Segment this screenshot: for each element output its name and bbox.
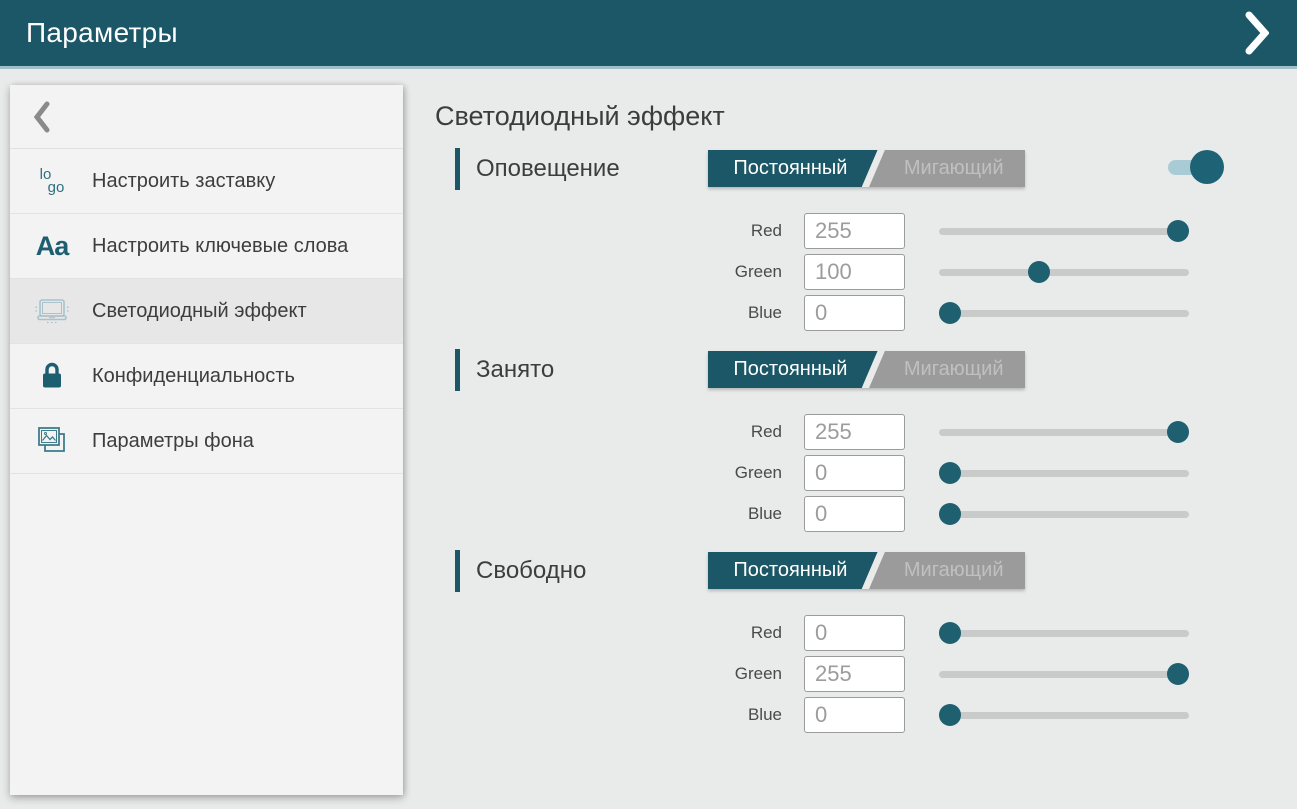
sidebar-item-privacy[interactable]: Конфиденциальность bbox=[10, 344, 403, 409]
red-label: Red bbox=[707, 623, 782, 643]
section-title: Занято bbox=[476, 356, 554, 384]
led-section-free: Свободно Постоянный Мигающий Red Green bbox=[435, 549, 1297, 735]
blue-slider[interactable] bbox=[939, 502, 1189, 526]
red-row: Red bbox=[707, 613, 1297, 653]
slider-thumb[interactable] bbox=[939, 622, 961, 644]
section-title: Оповещение bbox=[476, 155, 620, 183]
green-slider[interactable] bbox=[939, 461, 1189, 485]
red-slider[interactable] bbox=[939, 621, 1189, 645]
section-title: Свободно bbox=[476, 557, 586, 585]
segment-blinking-button[interactable]: Мигающий bbox=[882, 351, 1025, 388]
blue-slider[interactable] bbox=[939, 301, 1189, 325]
red-slider[interactable] bbox=[939, 219, 1189, 243]
slider-thumb[interactable] bbox=[939, 302, 961, 324]
green-input[interactable] bbox=[804, 455, 905, 491]
red-input[interactable] bbox=[804, 213, 905, 249]
segment-constant-button[interactable]: Постоянный bbox=[708, 150, 873, 187]
main-content: Светодиодный эффект Оповещение Постоянны… bbox=[403, 72, 1297, 809]
sidebar-item-keywords[interactable]: Aa Настроить ключевые слова bbox=[10, 214, 403, 279]
red-row: Red bbox=[707, 412, 1297, 452]
led-section-notification: Оповещение Постоянный Мигающий Red bbox=[435, 147, 1297, 333]
slider-thumb[interactable] bbox=[1167, 421, 1189, 443]
green-input[interactable] bbox=[804, 656, 905, 692]
logo-icon: lo go bbox=[30, 168, 74, 194]
sidebar-item-label: Настроить заставку bbox=[92, 168, 275, 194]
page-title: Параметры bbox=[26, 17, 178, 49]
lock-icon bbox=[30, 361, 74, 391]
toggle-knob bbox=[1190, 150, 1224, 184]
blue-input[interactable] bbox=[804, 697, 905, 733]
blue-input[interactable] bbox=[804, 295, 905, 331]
sidebar-item-background[interactable]: Параметры фона bbox=[10, 409, 403, 474]
back-chevron-icon bbox=[34, 101, 50, 133]
green-row: Green bbox=[707, 453, 1297, 493]
slider-thumb[interactable] bbox=[1167, 663, 1189, 685]
notification-enable-toggle[interactable] bbox=[1168, 149, 1226, 185]
section-accent-bar bbox=[455, 148, 460, 190]
green-slider[interactable] bbox=[939, 260, 1189, 284]
sidebar-item-label: Конфиденциальность bbox=[92, 363, 295, 389]
monitor-icon bbox=[30, 295, 74, 327]
green-input[interactable] bbox=[804, 254, 905, 290]
slider-thumb[interactable] bbox=[1028, 261, 1050, 283]
segment-constant-button[interactable]: Постоянный bbox=[708, 351, 873, 388]
blue-row: Blue bbox=[707, 494, 1297, 534]
slider-thumb[interactable] bbox=[939, 462, 961, 484]
mode-segmented-control: Постоянный Мигающий bbox=[708, 552, 1025, 589]
blue-label: Blue bbox=[707, 303, 782, 323]
segment-constant-button[interactable]: Постоянный bbox=[708, 552, 873, 589]
mode-segmented-control: Постоянный Мигающий bbox=[708, 351, 1025, 388]
sidebar: lo go Настроить заставку Aa Настроить кл… bbox=[10, 85, 403, 795]
slider-thumb[interactable] bbox=[1167, 220, 1189, 242]
sidebar-item-led-effect[interactable]: Светодиодный эффект bbox=[10, 279, 403, 344]
keywords-icon: Aa bbox=[30, 231, 74, 262]
green-row: Green bbox=[707, 654, 1297, 694]
sidebar-item-label: Светодиодный эффект bbox=[92, 298, 307, 324]
app-header: Параметры bbox=[0, 0, 1297, 69]
background-images-icon bbox=[30, 425, 74, 457]
blue-slider[interactable] bbox=[939, 703, 1189, 727]
mode-segmented-control: Постоянный Мигающий bbox=[708, 150, 1025, 187]
forward-chevron-icon[interactable] bbox=[1245, 10, 1271, 56]
sidebar-item-label: Настроить ключевые слова bbox=[92, 233, 348, 259]
slider-thumb[interactable] bbox=[939, 704, 961, 726]
green-slider[interactable] bbox=[939, 662, 1189, 686]
red-row: Red bbox=[707, 211, 1297, 251]
blue-label: Blue bbox=[707, 504, 782, 524]
green-row: Green bbox=[707, 252, 1297, 292]
red-input[interactable] bbox=[804, 414, 905, 450]
section-accent-bar bbox=[455, 349, 460, 391]
red-label: Red bbox=[707, 422, 782, 442]
section-accent-bar bbox=[455, 550, 460, 592]
slider-thumb[interactable] bbox=[939, 503, 961, 525]
green-label: Green bbox=[707, 463, 782, 483]
green-label: Green bbox=[707, 664, 782, 684]
red-input[interactable] bbox=[804, 615, 905, 651]
blue-row: Blue bbox=[707, 695, 1297, 735]
segment-blinking-button[interactable]: Мигающий bbox=[882, 552, 1025, 589]
led-section-busy: Занято Постоянный Мигающий Red Green bbox=[435, 348, 1297, 534]
red-label: Red bbox=[707, 221, 782, 241]
blue-row: Blue bbox=[707, 293, 1297, 333]
sidebar-collapse-button[interactable] bbox=[10, 85, 403, 149]
segment-blinking-button[interactable]: Мигающий bbox=[882, 150, 1025, 187]
blue-input[interactable] bbox=[804, 496, 905, 532]
sidebar-item-label: Параметры фона bbox=[92, 428, 254, 454]
green-label: Green bbox=[707, 262, 782, 282]
red-slider[interactable] bbox=[939, 420, 1189, 444]
blue-label: Blue bbox=[707, 705, 782, 725]
sidebar-item-screensaver[interactable]: lo go Настроить заставку bbox=[10, 149, 403, 214]
content-title: Светодиодный эффект bbox=[435, 101, 1297, 132]
